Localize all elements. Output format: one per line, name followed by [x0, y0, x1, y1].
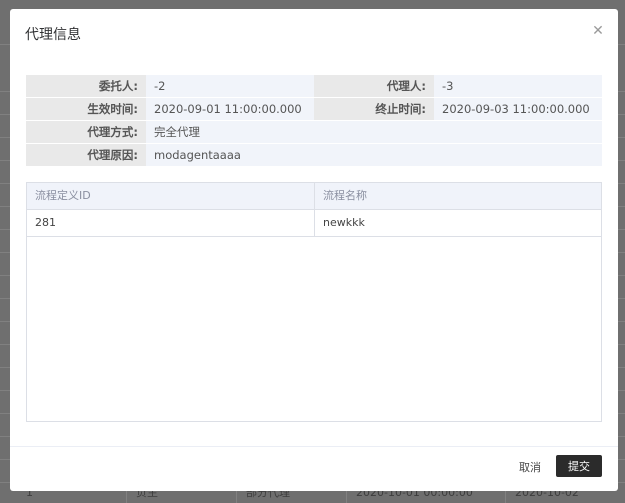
process-name-cell: newkkk — [323, 216, 365, 229]
table-header: 流程定义ID 流程名称 — [27, 183, 601, 210]
principal-label: 委托人: — [26, 75, 146, 97]
start-time-value: 2020-09-01 11:00:00.000 — [146, 98, 314, 120]
end-time-value: 2020-09-03 11:00:00.000 — [434, 98, 602, 120]
agent-info-dialog: 代理信息 ✕ 委托人: -2 代理人: -3 生效时间: 2020-09-01 … — [10, 9, 618, 491]
principal-value: -2 — [146, 75, 314, 97]
dialog-title: 代理信息 — [25, 27, 81, 43]
close-icon[interactable]: ✕ — [590, 23, 606, 39]
agent-value: -3 — [434, 75, 602, 97]
start-time-label: 生效时间: — [26, 98, 146, 120]
info-row-time: 生效时间: 2020-09-01 11:00:00.000 终止时间: 2020… — [26, 98, 602, 121]
column-header-process-id: 流程定义ID — [27, 183, 315, 209]
agent-label: 代理人: — [314, 75, 434, 97]
agent-mode-value: 完全代理 — [146, 121, 602, 143]
dialog-header: 代理信息 ✕ — [10, 9, 618, 59]
process-table: 流程定义ID 流程名称 281 newkkk — [26, 182, 602, 422]
info-row-reason: 代理原因: modagentaaaa — [26, 144, 602, 167]
end-time-label: 终止时间: — [314, 98, 434, 120]
column-header-process-name: 流程名称 — [323, 189, 367, 202]
table-row[interactable]: 281 newkkk — [27, 210, 601, 237]
agent-reason-label: 代理原因: — [26, 144, 146, 166]
submit-button[interactable]: 提交 — [556, 455, 602, 477]
agent-info-grid: 委托人: -2 代理人: -3 生效时间: 2020-09-01 11:00:0… — [26, 75, 602, 167]
info-row-mode: 代理方式: 完全代理 — [26, 121, 602, 144]
process-id-cell: 281 — [27, 210, 315, 236]
info-row-principal: 委托人: -2 代理人: -3 — [26, 75, 602, 98]
agent-mode-label: 代理方式: — [26, 121, 146, 143]
dialog-footer: 取消 提交 — [10, 446, 618, 491]
cancel-button[interactable]: 取消 — [519, 459, 541, 475]
agent-reason-value: modagentaaaa — [146, 144, 602, 166]
